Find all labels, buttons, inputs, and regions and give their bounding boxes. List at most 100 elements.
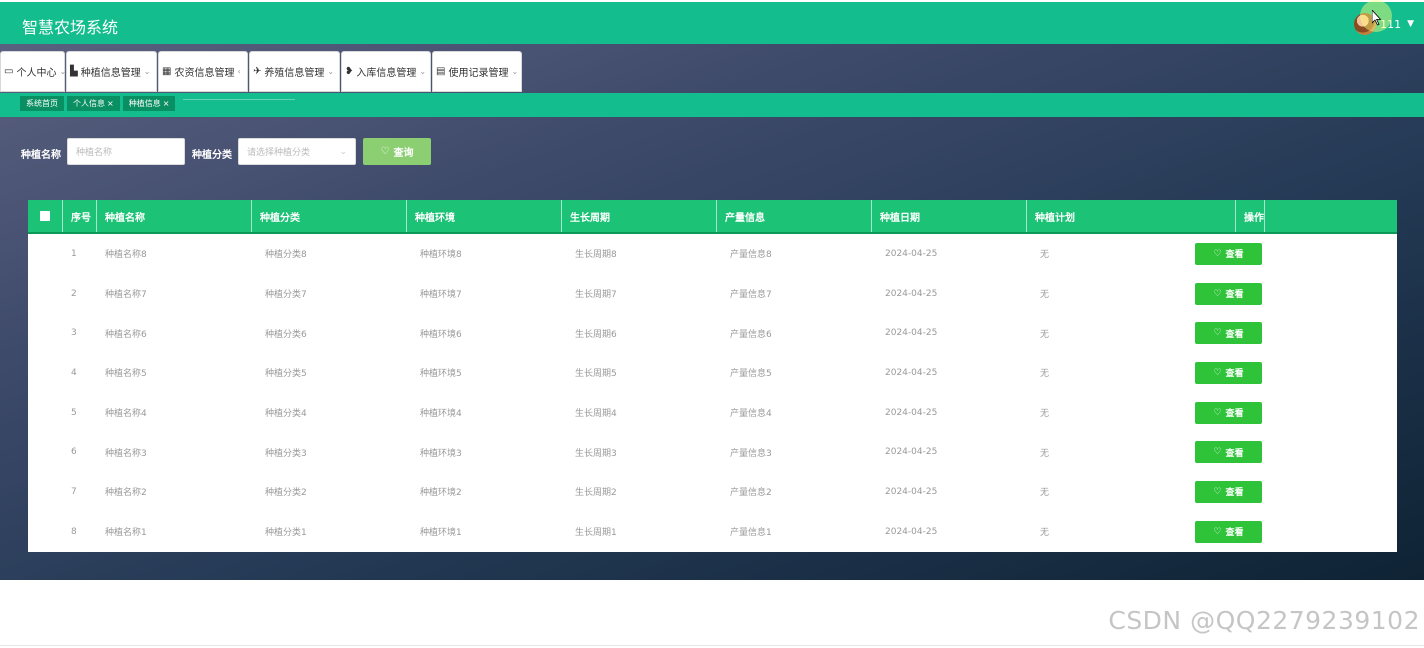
chevron-icon: ⌄	[511, 67, 519, 76]
column-header: 产量信息	[717, 200, 872, 232]
caret-down-icon[interactable]: ▼	[1407, 19, 1414, 29]
table-cell: 生长周期3	[575, 448, 617, 459]
view-button[interactable]: ♡ 查看	[1195, 242, 1262, 265]
table-cell: 种植环境6	[420, 329, 462, 340]
table-cell: 2	[71, 288, 77, 299]
table-cell: 产量信息8	[730, 250, 772, 261]
name-filter-label: 种植名称	[21, 150, 61, 161]
tab-strip-divider	[183, 99, 295, 100]
view-button[interactable]: ♡ 查看	[1195, 322, 1262, 345]
table-cell: 7	[71, 486, 77, 497]
query-button-label: 查询	[393, 148, 414, 159]
view-button-label: 查看	[1225, 488, 1244, 499]
view-button-label: 查看	[1225, 250, 1244, 261]
category-select[interactable]: 请选择种植分类 ⌄	[238, 138, 356, 165]
chevron-icon: ⌄	[143, 67, 151, 76]
select-all-checkbox[interactable]	[40, 211, 50, 221]
table-cell: 种植分类8	[265, 250, 307, 261]
table-cell: 产量信息7	[730, 290, 772, 301]
table-row: 3 种植名称6 种植分类6 种植环境6 生长周期6 产量信息6 2024-04-25 无 ♡ 查看	[28, 313, 1397, 353]
name-search-input[interactable]: 种植名称	[67, 138, 185, 165]
tab-1[interactable]: 系统首页	[20, 96, 64, 111]
table-cell: 种植环境2	[420, 488, 462, 499]
close-icon[interactable]: ×	[107, 99, 114, 108]
table-row: 2 种植名称7 种植分类7 种植环境7 生长周期7 产量信息7 2024-04-25 无 ♡ 查看	[28, 274, 1397, 314]
heart-icon: ♡	[1213, 367, 1222, 378]
table-cell: 种植名称7	[105, 290, 147, 301]
paper-plane-icon: ✈	[253, 66, 262, 77]
name-search-placeholder: 种植名称	[76, 148, 113, 158]
planting-info-table: 序号 种植名称 种植分类 种植环境 生长周期 产量信息 种植日期 种植计划 操作 1 种植名称8 种…	[28, 200, 1397, 552]
action-cell: ♡ 查看	[1187, 282, 1262, 305]
table-cell: 产量信息6	[730, 329, 772, 340]
table-cell: 3	[71, 328, 77, 339]
menu-item-2[interactable]: ▙ 种植信息管理 ⌄	[66, 51, 157, 92]
view-button-label: 查看	[1225, 329, 1244, 340]
view-button-label: 查看	[1225, 528, 1244, 539]
category-filter-label: 种植分类	[192, 150, 232, 161]
table-cell: 种植环境1	[420, 528, 462, 539]
view-button[interactable]: ♡ 查看	[1195, 361, 1262, 384]
table-cell: 生长周期1	[575, 528, 617, 539]
table-cell: 生长周期6	[575, 329, 617, 340]
table-cell: 种植名称5	[105, 369, 147, 380]
action-cell: ♡ 查看	[1187, 480, 1262, 503]
view-button-label: 查看	[1225, 448, 1244, 459]
view-button[interactable]: ♡ 查看	[1195, 282, 1262, 305]
table-cell: 种植分类7	[265, 290, 307, 301]
table-cell: 种植环境7	[420, 290, 462, 301]
menu-item-4[interactable]: ✈ 养殖信息管理 ⌄	[249, 51, 340, 92]
view-button-label: 查看	[1225, 369, 1244, 380]
table-cell: 2024-04-25	[885, 486, 938, 497]
column-header: 生长周期	[562, 200, 717, 232]
table-cell: 种植名称6	[105, 329, 147, 340]
close-icon[interactable]: ×	[163, 99, 170, 108]
chevron-icon: ⌄	[419, 67, 427, 76]
column-header: 种植分类	[252, 200, 407, 232]
heart-icon: ♡	[1213, 328, 1222, 339]
table-header: 序号 种植名称 种植分类 种植环境 生长周期 产量信息 种植日期 种植计划 操作	[28, 200, 1397, 234]
view-button[interactable]: ♡ 查看	[1195, 480, 1262, 503]
action-cell: ♡ 查看	[1187, 322, 1262, 345]
action-cell: ♡ 查看	[1187, 401, 1262, 424]
menu-item-6[interactable]: ▤ 使用记录管理 ⌄	[432, 51, 522, 92]
action-cell: ♡ 查看	[1187, 441, 1262, 464]
select-all-checkbox-cell[interactable]	[28, 200, 63, 232]
tab-label: 系统首页	[26, 99, 58, 108]
table-cell: 无	[1040, 528, 1050, 539]
menu-item-5[interactable]: ❥ 入库信息管理 ⌄	[341, 51, 431, 92]
view-button[interactable]: ♡ 查看	[1195, 401, 1262, 424]
tab-2[interactable]: 个人信息 ×	[67, 96, 120, 111]
table-cell: 种植名称8	[105, 250, 147, 261]
menu-item-1[interactable]: ▭ 个人中心 ⌄	[0, 51, 66, 92]
view-button[interactable]: ♡ 查看	[1195, 520, 1262, 543]
table-cell: 种植环境4	[420, 409, 462, 420]
tab-label: 个人信息	[73, 99, 105, 108]
user-card-icon: ▭	[4, 66, 14, 77]
table-cell: 种植名称3	[105, 448, 147, 459]
table-cell: 4	[71, 367, 77, 378]
table-cell: 种植环境8	[420, 250, 462, 261]
tab-3[interactable]: 种植信息 ×	[122, 96, 176, 111]
table-cell: 1	[71, 248, 77, 259]
table-cell: 2024-04-25	[885, 367, 938, 378]
table-cell: 生长周期7	[575, 290, 617, 301]
table-cell: 无	[1040, 329, 1050, 340]
menu-item-3[interactable]: ▦ 农资信息管理 ‹	[158, 51, 248, 92]
chevron-icon: ‹	[237, 67, 241, 76]
view-button[interactable]: ♡ 查看	[1195, 441, 1262, 464]
table-cell: 种植分类5	[265, 369, 307, 380]
table-cell: 种植名称2	[105, 488, 147, 499]
table-cell: 2024-04-25	[885, 447, 938, 458]
table-row: 8 种植名称1 种植分类1 种植环境1 生长周期1 产量信息1 2024-04-25 无 ♡ 查看	[28, 512, 1397, 552]
category-select-placeholder: 请选择种植分类	[247, 148, 311, 158]
table-cell: 2024-04-25	[885, 328, 938, 339]
column-header: 种植日期	[872, 200, 1027, 232]
action-cell: ♡ 查看	[1187, 361, 1262, 384]
table-body: 1 种植名称8 种植分类8 种植环境8 生长周期8 产量信息8 2024-04-25 无 ♡ 查看…	[28, 234, 1397, 552]
column-header: 操作	[1236, 200, 1265, 232]
table-cell: 产量信息1	[730, 528, 772, 539]
table-cell: 2024-04-25	[885, 526, 938, 537]
query-button[interactable]: ♡ 查询	[363, 138, 431, 165]
heart-icon: ♡	[1213, 288, 1222, 299]
